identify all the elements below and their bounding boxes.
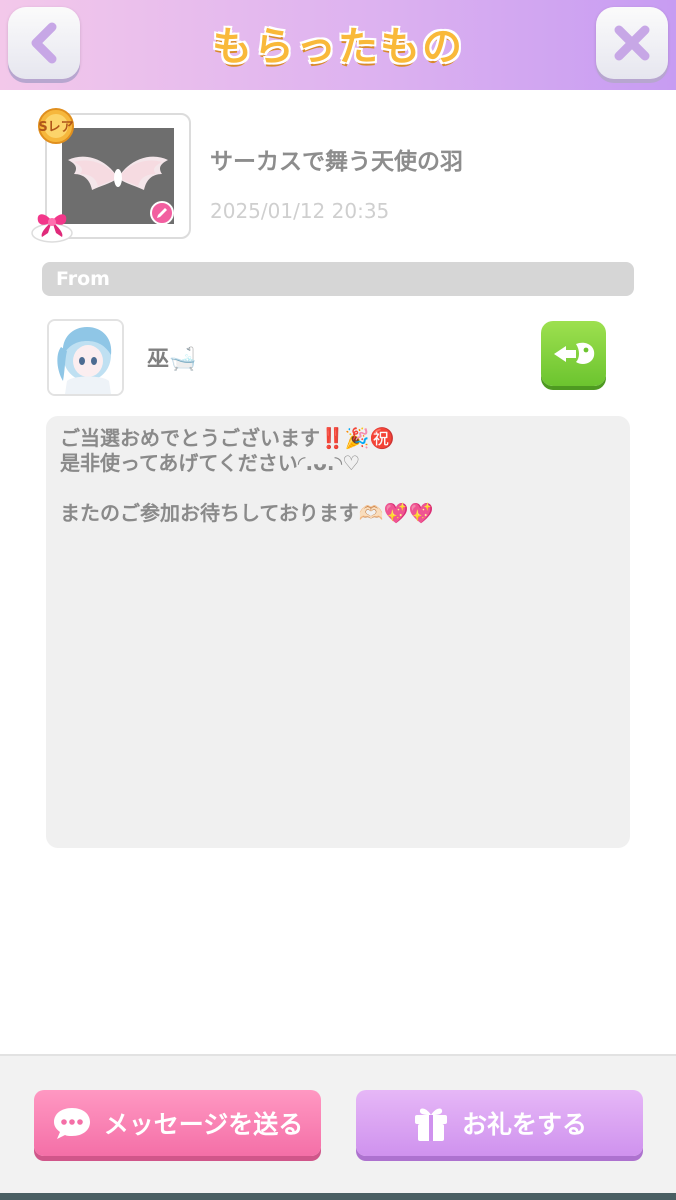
- gift-icon: [412, 1103, 450, 1143]
- sender-avatar[interactable]: [47, 319, 124, 396]
- header: もらったもの: [0, 0, 676, 90]
- close-icon: [614, 25, 650, 61]
- message-line: ご当選おめでとうございます‼️🎉㊗️: [60, 426, 395, 450]
- sender-name: 巫🛁: [147, 347, 197, 372]
- avatar-image: [49, 321, 122, 394]
- close-button[interactable]: [596, 7, 668, 79]
- page-title: もらったもの: [212, 24, 464, 70]
- from-section-header: From: [42, 262, 634, 296]
- svg-text:Sレア: Sレア: [38, 120, 73, 135]
- message-line: 是非使ってあげてください◜.ᴗ.◝♡: [60, 451, 361, 475]
- pencil-icon[interactable]: [150, 201, 174, 225]
- send-message-label: メッセージを送る: [103, 1110, 304, 1139]
- message-line: [60, 476, 616, 501]
- visit-room-button[interactable]: [541, 321, 606, 386]
- pink-ribbon-icon: [30, 203, 74, 243]
- rarity-badge: Sレア: [34, 108, 78, 144]
- speech-bubble-icon: [52, 1105, 92, 1141]
- send-thanks-label: お礼をする: [461, 1110, 587, 1139]
- item-name: サーカスで舞う天使の羽: [210, 149, 463, 175]
- send-message-button[interactable]: メッセージを送る: [34, 1090, 321, 1156]
- message-box: ご当選おめでとうございます‼️🎉㊗️ 是非使ってあげてください◜.ᴗ.◝♡ また…: [46, 416, 630, 848]
- message-line: またのご参加お待ちしております🫶🏻💖💖: [60, 501, 434, 525]
- visit-room-icon: [553, 342, 594, 364]
- send-thanks-button[interactable]: お礼をする: [356, 1090, 643, 1156]
- from-label: From: [56, 268, 110, 290]
- received-date: 2025/01/12 20:35: [210, 199, 390, 223]
- bottom-edge: [0, 1193, 676, 1200]
